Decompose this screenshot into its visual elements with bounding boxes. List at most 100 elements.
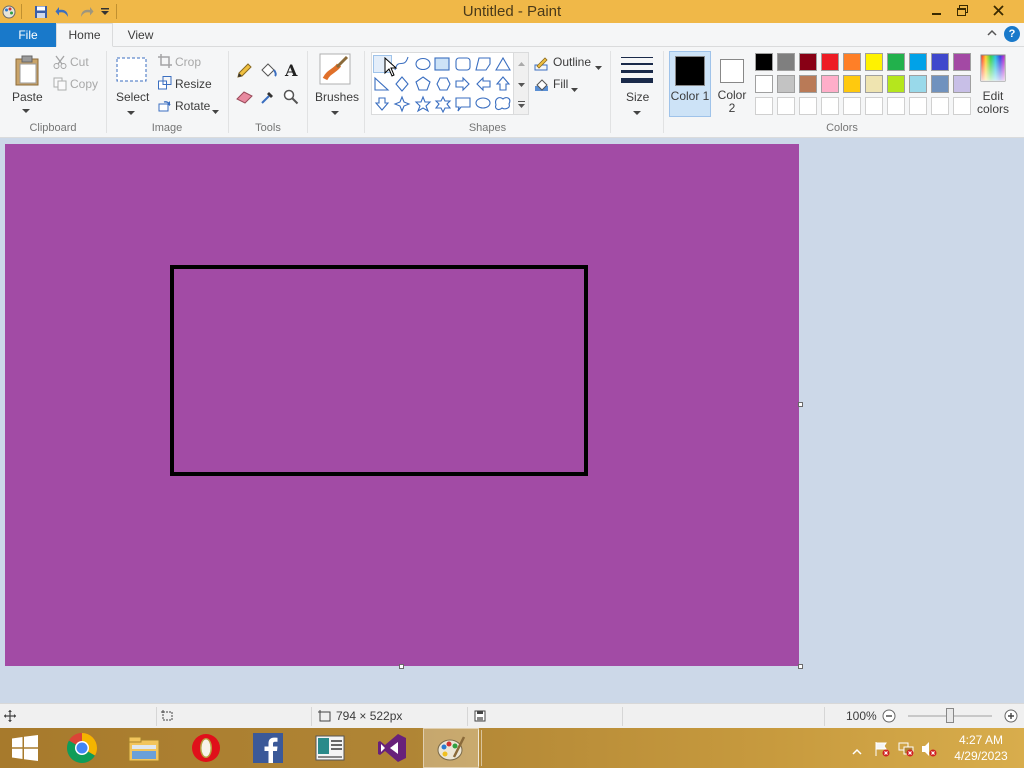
palette-swatch[interactable] bbox=[887, 75, 905, 93]
palette-custom-slot[interactable] bbox=[843, 97, 861, 115]
tab-view[interactable]: View bbox=[113, 23, 168, 47]
cut-button[interactable]: Cut bbox=[70, 55, 89, 69]
edit-colors-button[interactable]: Edit colors bbox=[974, 90, 1012, 116]
resize-handle-bottom[interactable] bbox=[399, 664, 404, 669]
taskbar-facebook[interactable] bbox=[240, 728, 296, 768]
palette-swatch[interactable] bbox=[755, 75, 773, 93]
color-picker-icon[interactable] bbox=[260, 89, 276, 108]
fill-button[interactable]: Fill bbox=[553, 77, 568, 91]
minimize-button[interactable] bbox=[926, 0, 948, 21]
palette-custom-slot[interactable] bbox=[777, 97, 795, 115]
outline-dropdown-icon[interactable] bbox=[595, 60, 602, 74]
palette-swatch[interactable] bbox=[909, 75, 927, 93]
fill-dropdown-icon[interactable] bbox=[571, 82, 578, 96]
palette-custom-slot[interactable] bbox=[799, 97, 817, 115]
palette-custom-slot[interactable] bbox=[865, 97, 883, 115]
taskbar-clock[interactable]: 4:27 AM 4/29/2023 bbox=[946, 732, 1016, 764]
select-icon[interactable] bbox=[116, 57, 148, 86]
cursor-position-icon bbox=[4, 710, 16, 725]
crop-button[interactable]: Crop bbox=[175, 55, 201, 69]
palette-swatch[interactable] bbox=[821, 75, 839, 93]
resize-handle-corner[interactable] bbox=[798, 664, 803, 669]
select-dropdown-icon[interactable] bbox=[127, 105, 135, 119]
crop-icon[interactable] bbox=[158, 54, 172, 71]
palette-swatch[interactable] bbox=[821, 53, 839, 71]
palette-swatch[interactable] bbox=[799, 75, 817, 93]
outline-icon[interactable] bbox=[534, 56, 549, 74]
palette-swatch[interactable] bbox=[843, 75, 861, 93]
rotate-dropdown-icon[interactable] bbox=[212, 104, 219, 118]
palette-custom-slot[interactable] bbox=[931, 97, 949, 115]
magnifier-icon[interactable] bbox=[283, 89, 299, 108]
start-button[interactable] bbox=[0, 728, 50, 768]
rotate-icon[interactable] bbox=[158, 98, 172, 115]
palette-swatch[interactable] bbox=[843, 53, 861, 71]
copy-icon[interactable] bbox=[53, 77, 67, 94]
palette-swatch[interactable] bbox=[909, 53, 927, 71]
taskbar-opera[interactable] bbox=[178, 728, 234, 768]
palette-swatch[interactable] bbox=[799, 53, 817, 71]
volume-muted-icon[interactable] bbox=[921, 741, 937, 760]
resize-handle-right[interactable] bbox=[798, 402, 803, 407]
fill-icon[interactable] bbox=[534, 77, 549, 95]
zoom-in-icon[interactable] bbox=[1004, 709, 1018, 726]
zoom-slider-thumb[interactable] bbox=[946, 708, 954, 723]
palette-custom-slot[interactable] bbox=[887, 97, 905, 115]
help-icon[interactable]: ? bbox=[1004, 26, 1020, 42]
tab-home[interactable]: Home bbox=[56, 23, 113, 47]
palette-swatch[interactable] bbox=[777, 75, 795, 93]
outline-button[interactable]: Outline bbox=[553, 55, 591, 69]
fill-bucket-icon[interactable] bbox=[259, 62, 277, 82]
paste-dropdown-icon[interactable] bbox=[22, 103, 30, 117]
palette-swatch[interactable] bbox=[865, 53, 883, 71]
cut-icon[interactable] bbox=[53, 55, 67, 72]
palette-swatch[interactable] bbox=[887, 53, 905, 71]
show-hidden-icons[interactable] bbox=[852, 744, 862, 758]
paste-icon[interactable] bbox=[14, 55, 42, 90]
eraser-icon[interactable] bbox=[236, 90, 254, 107]
paste-button[interactable]: Paste bbox=[12, 90, 43, 104]
palette-swatch[interactable] bbox=[755, 53, 773, 71]
palette-swatch[interactable] bbox=[865, 75, 883, 93]
taskbar-visual-studio[interactable] bbox=[364, 728, 420, 768]
taskbar-file-explorer[interactable] bbox=[116, 728, 172, 768]
taskbar-paint[interactable] bbox=[423, 728, 479, 768]
file-tab[interactable]: File bbox=[0, 23, 56, 47]
close-button[interactable] bbox=[976, 0, 1020, 21]
select-button[interactable]: Select bbox=[116, 90, 149, 104]
minimize-ribbon-icon[interactable] bbox=[986, 27, 998, 42]
text-tool-icon[interactable]: A bbox=[284, 61, 300, 81]
action-center-flag-icon[interactable] bbox=[874, 741, 890, 760]
color1-button[interactable]: Color 1 bbox=[669, 51, 711, 117]
size-dropdown-icon[interactable] bbox=[633, 105, 641, 119]
palette-custom-slot[interactable] bbox=[909, 97, 927, 115]
restore-button[interactable] bbox=[951, 0, 973, 21]
shapes-gallery-scroll[interactable] bbox=[513, 53, 528, 114]
palette-custom-slot[interactable] bbox=[953, 97, 971, 115]
taskbar-reader[interactable] bbox=[302, 728, 358, 768]
zoom-out-icon[interactable] bbox=[882, 709, 896, 726]
brushes-icon[interactable] bbox=[319, 53, 351, 88]
brushes-button[interactable]: Brushes bbox=[315, 90, 359, 104]
palette-custom-slot[interactable] bbox=[755, 97, 773, 115]
palette-swatch[interactable] bbox=[931, 53, 949, 71]
brushes-dropdown-icon[interactable] bbox=[331, 105, 339, 119]
palette-custom-slot[interactable] bbox=[821, 97, 839, 115]
resize-icon[interactable] bbox=[158, 76, 172, 93]
palette-swatch[interactable] bbox=[931, 75, 949, 93]
palette-swatch[interactable] bbox=[953, 75, 971, 93]
copy-button[interactable]: Copy bbox=[70, 77, 98, 91]
network-icon[interactable] bbox=[898, 741, 914, 760]
taskbar-chrome[interactable] bbox=[54, 728, 110, 768]
palette-swatch[interactable] bbox=[777, 53, 795, 71]
paint-icon bbox=[437, 736, 466, 761]
palette-swatch[interactable] bbox=[953, 53, 971, 71]
pencil-icon[interactable] bbox=[236, 63, 252, 82]
size-button[interactable]: Size bbox=[626, 90, 649, 104]
drawing-canvas[interactable] bbox=[5, 144, 799, 666]
rotate-button[interactable]: Rotate bbox=[175, 99, 210, 113]
size-icon[interactable] bbox=[620, 55, 654, 88]
resize-button[interactable]: Resize bbox=[175, 77, 212, 91]
color2-button[interactable]: Color 2 bbox=[713, 51, 751, 117]
edit-colors-icon[interactable] bbox=[980, 54, 1006, 85]
